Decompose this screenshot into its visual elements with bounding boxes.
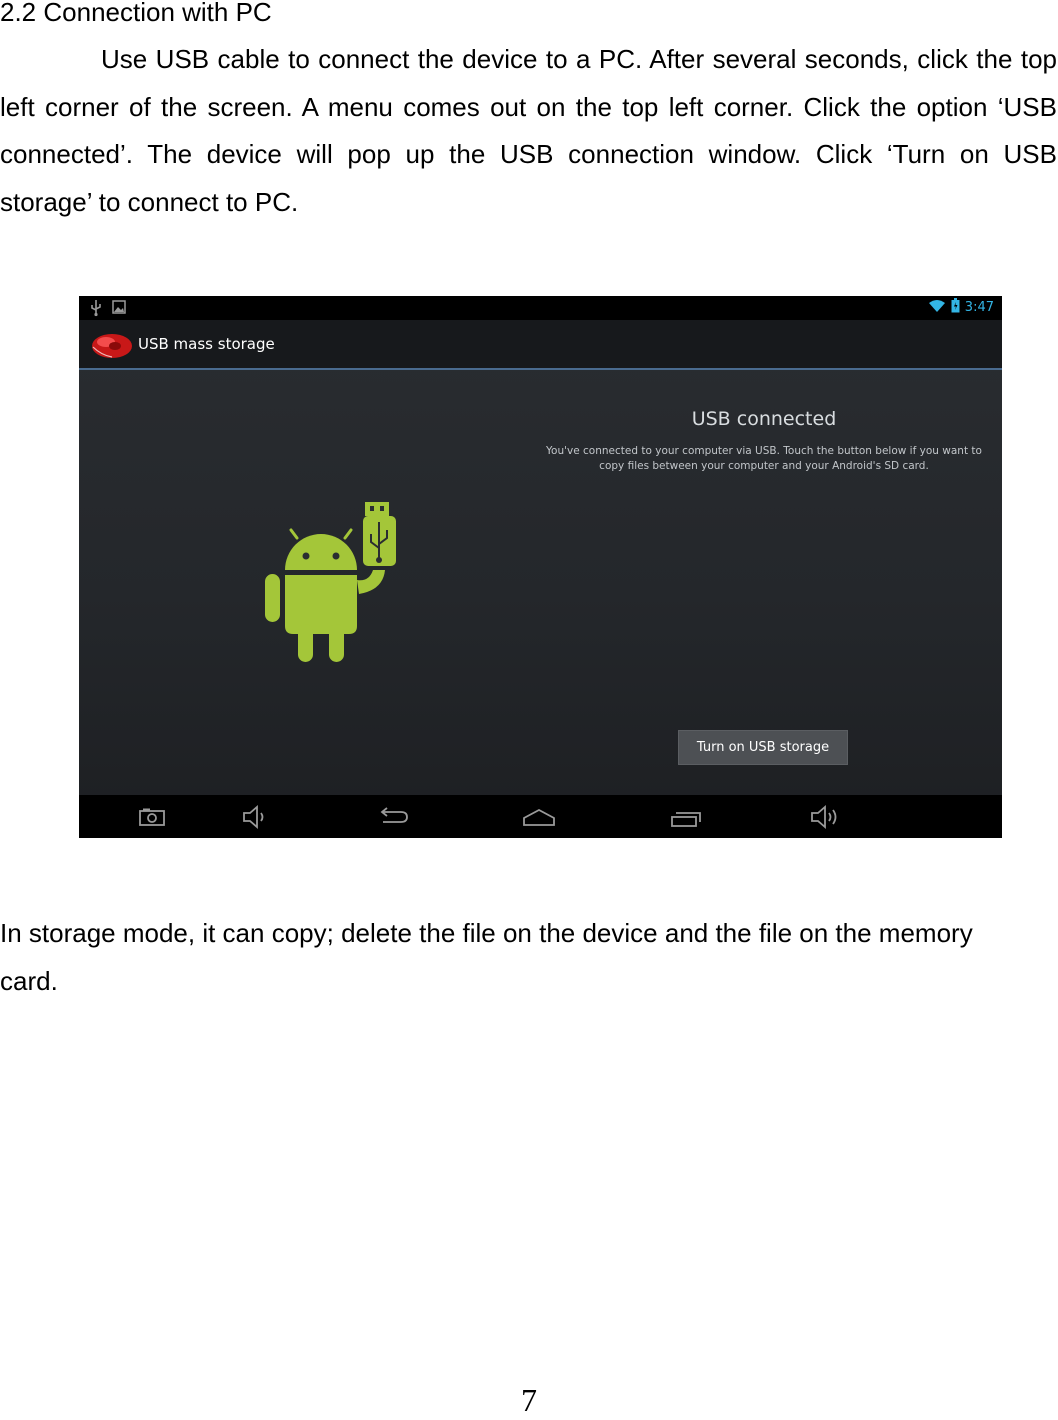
volume-down-icon[interactable] bbox=[237, 804, 271, 830]
usb-connected-title: USB connected bbox=[691, 408, 837, 430]
back-icon[interactable] bbox=[376, 804, 410, 830]
intro-paragraph: Use USB cable to connect the device to a… bbox=[0, 44, 1057, 217]
wifi-icon bbox=[928, 299, 946, 318]
navigation-bar bbox=[79, 795, 1002, 838]
usb-icon bbox=[89, 299, 103, 322]
screenshot-icon[interactable] bbox=[135, 804, 169, 830]
section-heading: 2.2 Connection with PC bbox=[0, 0, 272, 27]
usb-connected-description: You've connected to your computer via US… bbox=[546, 445, 982, 472]
home-icon[interactable] bbox=[522, 804, 556, 830]
recent-apps-icon[interactable] bbox=[669, 804, 703, 830]
battery-icon bbox=[951, 298, 960, 318]
storage-mode-paragraph: In storage mode, it can copy; delete the… bbox=[0, 918, 973, 996]
action-bar-title: USB mass storage bbox=[138, 335, 275, 353]
turn-on-usb-storage-button[interactable]: Turn on USB storage bbox=[678, 730, 848, 765]
page-number: 7 bbox=[521, 1382, 537, 1418]
android-robot-holding-usb-icon bbox=[261, 498, 411, 673]
usb-storage-screenshot: 3:47 USB mass storage USB connected You'… bbox=[79, 296, 1002, 838]
usb-app-icon[interactable] bbox=[91, 330, 133, 365]
status-clock: 3:47 bbox=[964, 300, 994, 315]
action-bar: USB mass storage bbox=[79, 320, 1002, 370]
picture-icon bbox=[111, 299, 127, 322]
volume-up-icon[interactable] bbox=[808, 804, 842, 830]
status-bar: 3:47 bbox=[79, 296, 1002, 320]
